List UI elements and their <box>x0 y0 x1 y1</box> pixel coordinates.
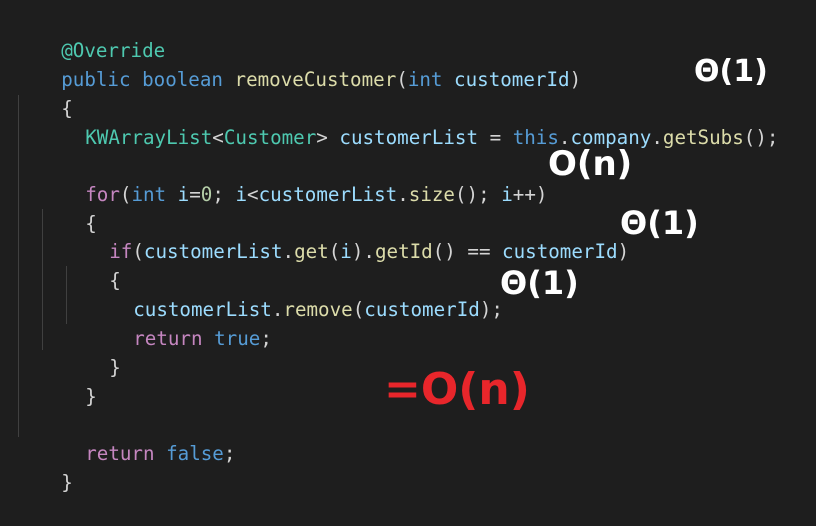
annotation-theta-signature: Θ(1) <box>694 54 768 89</box>
annotation-total-complexity: =O(n) <box>384 364 530 415</box>
annotation-theta-if: Θ(1) <box>620 204 699 242</box>
handwriting-layer: Θ(1) O(n) Θ(1) Θ(1) =O(n) <box>384 54 768 415</box>
annotation-theta-remove: Θ(1) <box>500 264 579 302</box>
annotation-loop-complexity: O(n) <box>548 144 632 184</box>
